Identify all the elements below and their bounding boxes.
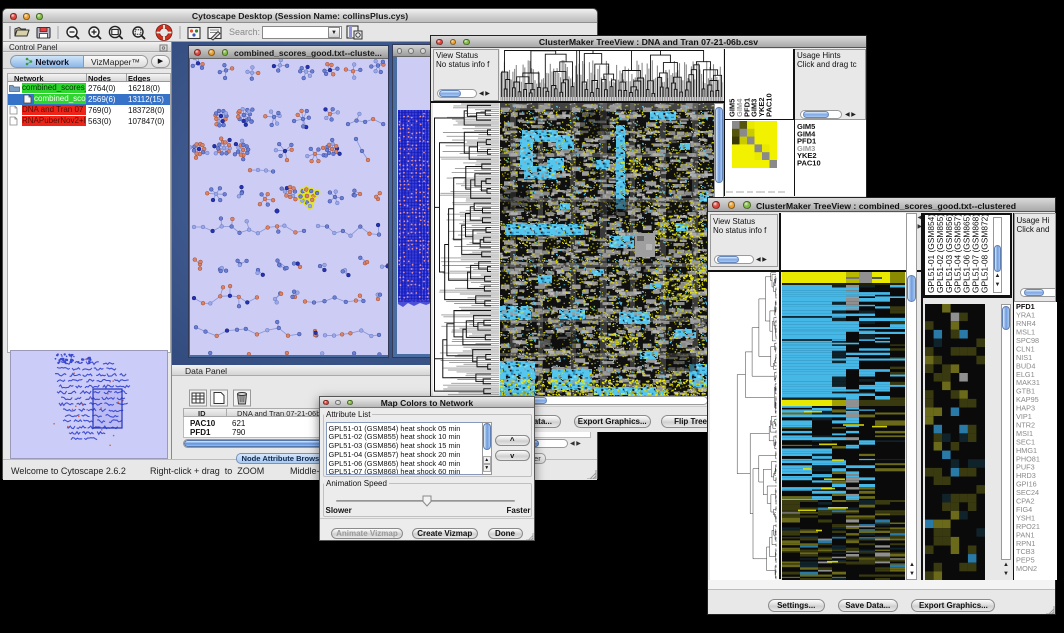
svg-text:PAC10: PAC10	[797, 159, 821, 168]
svg-text:MON2: MON2	[1016, 564, 1037, 573]
svg-text:PAC10: PAC10	[764, 93, 773, 117]
svg-text:GPL51-08 (GSM872): GPL51-08 (GSM872)	[979, 215, 989, 293]
